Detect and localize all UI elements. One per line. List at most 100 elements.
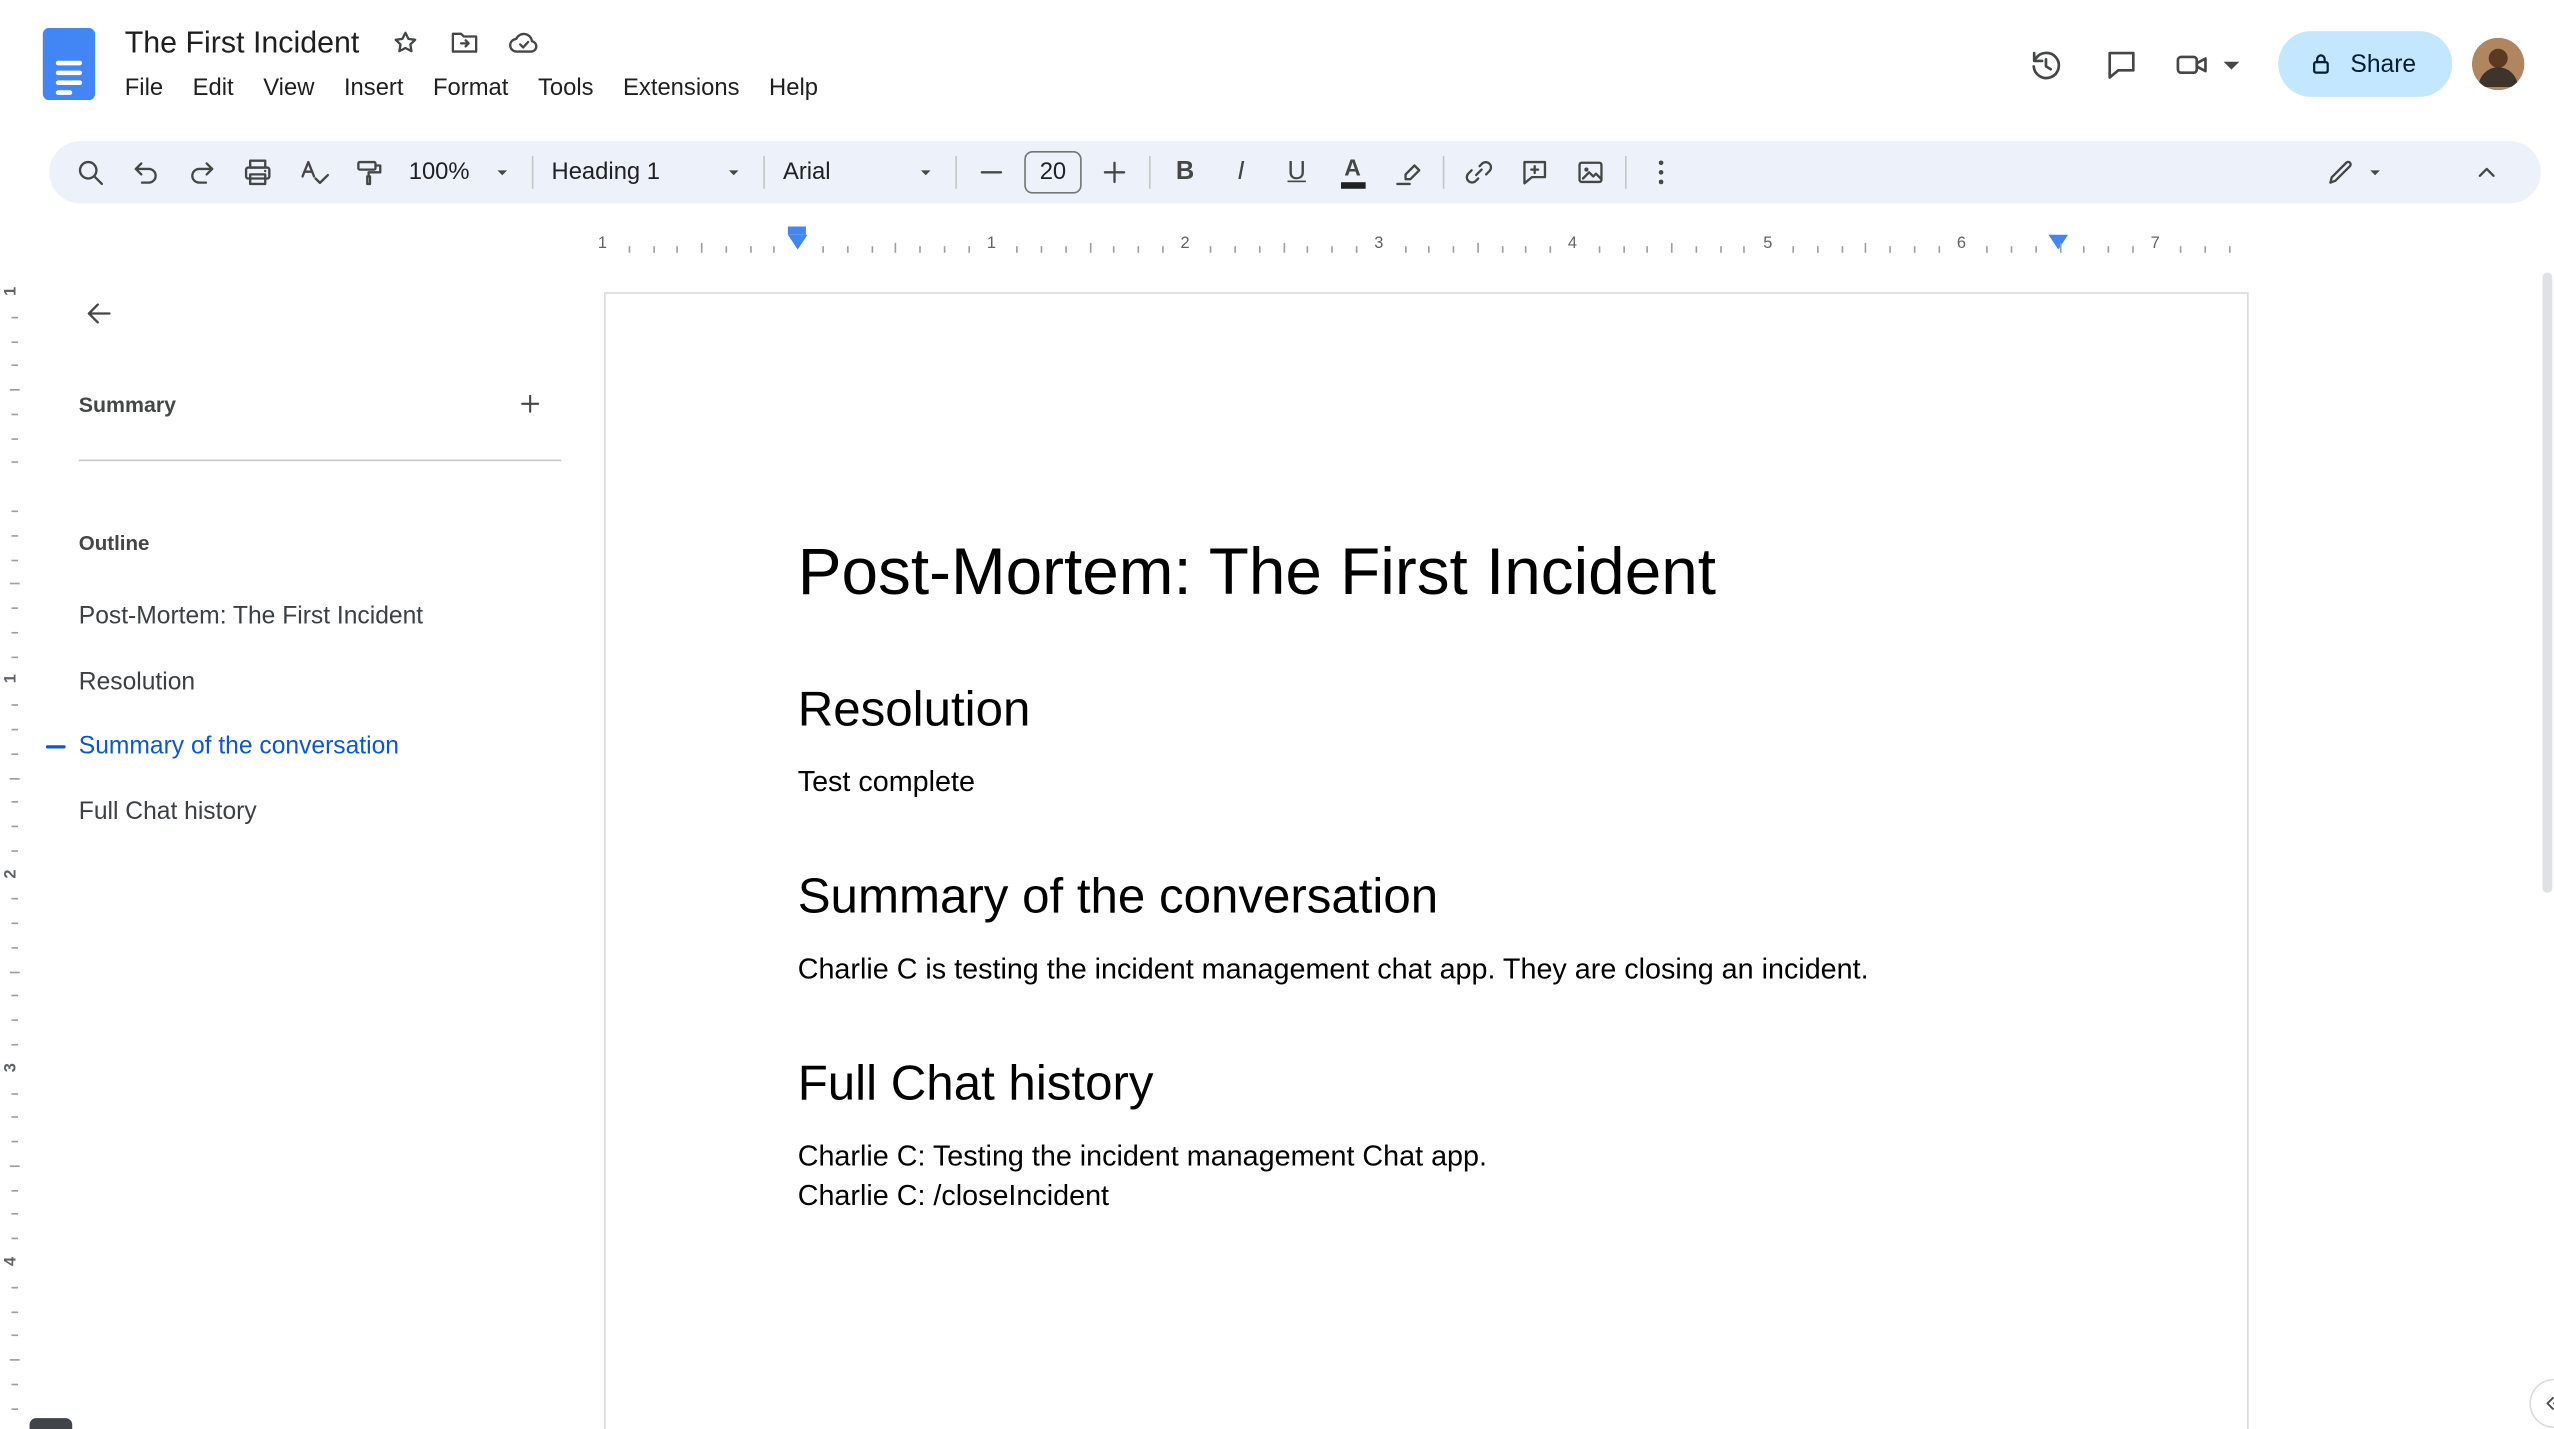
right-indent-marker[interactable] xyxy=(2047,234,2068,250)
highlighter-icon xyxy=(1396,164,1421,186)
font-size-input[interactable]: 20 xyxy=(1024,151,1082,194)
redo-icon xyxy=(191,162,214,184)
first-line-indent-marker[interactable] xyxy=(787,226,806,234)
star-button[interactable] xyxy=(386,23,425,62)
chevron-down-icon xyxy=(728,170,739,176)
toolbar-divider xyxy=(1442,155,1445,189)
increase-font-size-button[interactable] xyxy=(1087,149,1143,195)
add-summary-button[interactable] xyxy=(509,382,552,425)
highlight-color-button[interactable] xyxy=(1380,149,1436,195)
undo-button[interactable] xyxy=(118,149,174,195)
google-docs-app: The First Incident File Edit View Insert… xyxy=(0,0,2554,1429)
pencil-icon xyxy=(2329,160,2352,184)
underline-button[interactable]: U xyxy=(1269,149,1325,195)
outline-item[interactable]: Full Chat history xyxy=(33,779,568,844)
menu-format[interactable]: Format xyxy=(418,72,523,105)
image-icon xyxy=(1578,161,1603,184)
redo-button[interactable] xyxy=(174,149,230,195)
left-indent-marker[interactable] xyxy=(787,234,807,250)
menu-insert[interactable]: Insert xyxy=(329,72,418,105)
menu-view[interactable]: View xyxy=(248,72,329,105)
menu-tools[interactable]: Tools xyxy=(523,72,608,105)
menu-file[interactable]: File xyxy=(110,72,178,105)
double-chevron-left-icon xyxy=(2546,1396,2554,1410)
cloud-check-icon xyxy=(508,32,538,53)
lock-icon xyxy=(2312,54,2329,74)
insert-link-button[interactable] xyxy=(1451,149,1507,195)
paragraph-style-select[interactable]: Heading 1 xyxy=(540,149,757,195)
print-button[interactable] xyxy=(230,149,286,195)
paint-roller-icon xyxy=(357,160,382,186)
doc-paragraph: Test complete xyxy=(797,764,975,798)
undo-icon xyxy=(134,162,157,184)
bold-button[interactable]: B xyxy=(1157,149,1213,195)
toolbar: 100% Heading 1 Arial 20 B I U A xyxy=(49,141,2541,204)
chevron-down-icon xyxy=(2370,170,2380,176)
menu-help[interactable]: Help xyxy=(754,72,833,105)
font-family-value: Arial xyxy=(782,159,831,186)
move-document-button[interactable] xyxy=(445,23,484,62)
outline-item-label: Summary of the conversation xyxy=(78,732,400,761)
menu-edit[interactable]: Edit xyxy=(178,72,249,105)
share-label: Share xyxy=(2350,50,2417,78)
docs-logo-icon[interactable] xyxy=(42,27,96,101)
summary-section: Summary xyxy=(79,382,552,425)
more-vertical-icon xyxy=(1658,160,1664,185)
outline-list: Post-Mortem: The First Incident Resoluti… xyxy=(33,584,568,843)
chevron-up-icon xyxy=(2478,167,2495,177)
expand-side-panel-button[interactable] xyxy=(2529,1378,2554,1429)
close-outline-button[interactable] xyxy=(76,291,122,337)
horizontal-ruler[interactable]: 11234567 xyxy=(0,223,2538,258)
decrease-font-size-button[interactable] xyxy=(963,149,1019,195)
panel-divider xyxy=(78,459,562,462)
document-status-button[interactable] xyxy=(504,23,543,62)
outline-item-label: Full Chat history xyxy=(78,797,257,826)
spellcheck-icon xyxy=(301,160,330,185)
zoom-select[interactable]: 100% xyxy=(397,149,525,195)
bold-icon: B xyxy=(1175,157,1195,186)
hide-menus-button[interactable] xyxy=(2459,149,2515,195)
join-call-button[interactable] xyxy=(2160,26,2265,102)
doc-title-heading: Post-Mortem: The First Incident xyxy=(797,536,1716,609)
outline-item-label: Resolution xyxy=(78,667,196,696)
share-button[interactable]: Share xyxy=(2278,31,2453,97)
document-page[interactable]: Post-Mortem: The First Incident Resoluti… xyxy=(604,292,2249,1429)
link-icon xyxy=(1465,161,1493,184)
text-color-button[interactable]: A xyxy=(1325,149,1381,195)
search-menus-button[interactable] xyxy=(62,149,118,195)
avatar-image xyxy=(2471,37,2525,91)
outline-label: Outline xyxy=(78,531,150,555)
outline-item-label: Post-Mortem: The First Incident xyxy=(78,602,424,631)
underline-icon: U xyxy=(1287,157,1306,186)
outline-item[interactable]: Post-Mortem: The First Incident xyxy=(33,584,568,649)
vertical-ruler[interactable]: 11234 xyxy=(0,262,25,1429)
version-history-button[interactable] xyxy=(2009,26,2085,102)
document-title[interactable]: The First Incident xyxy=(125,25,360,61)
comment-add-icon xyxy=(1523,160,1547,185)
italic-button[interactable]: I xyxy=(1213,149,1269,195)
outline-item[interactable]: Summary of the conversation xyxy=(33,714,568,779)
outline-item[interactable]: Resolution xyxy=(33,649,568,714)
paint-format-button[interactable] xyxy=(341,149,397,195)
chevron-down-icon xyxy=(2224,60,2241,69)
toolbar-divider xyxy=(1624,155,1627,189)
insert-image-button[interactable] xyxy=(1563,149,1619,195)
doc-paragraph: Charlie C: /closeIncident xyxy=(797,1178,1110,1212)
more-toolbar-options-button[interactable] xyxy=(1633,149,1689,195)
header-actions: Share xyxy=(2009,26,2538,102)
print-icon xyxy=(244,159,271,186)
add-comment-button[interactable] xyxy=(1507,149,1563,195)
history-icon xyxy=(2033,50,2061,79)
open-comments-button[interactable] xyxy=(2085,26,2161,102)
menu-extensions[interactable]: Extensions xyxy=(608,72,754,105)
zoom-value: 100% xyxy=(408,159,470,186)
editing-mode-select[interactable] xyxy=(2295,149,2416,195)
spellcheck-button[interactable] xyxy=(286,149,342,195)
chevron-down-icon xyxy=(920,170,931,176)
font-family-select[interactable]: Arial xyxy=(771,149,948,195)
toolbar-divider xyxy=(763,155,765,189)
toolbar-divider xyxy=(531,155,534,189)
account-avatar[interactable] xyxy=(2471,37,2525,91)
vertical-scrollbar[interactable] xyxy=(2541,272,2552,893)
active-dash-icon xyxy=(45,744,66,749)
